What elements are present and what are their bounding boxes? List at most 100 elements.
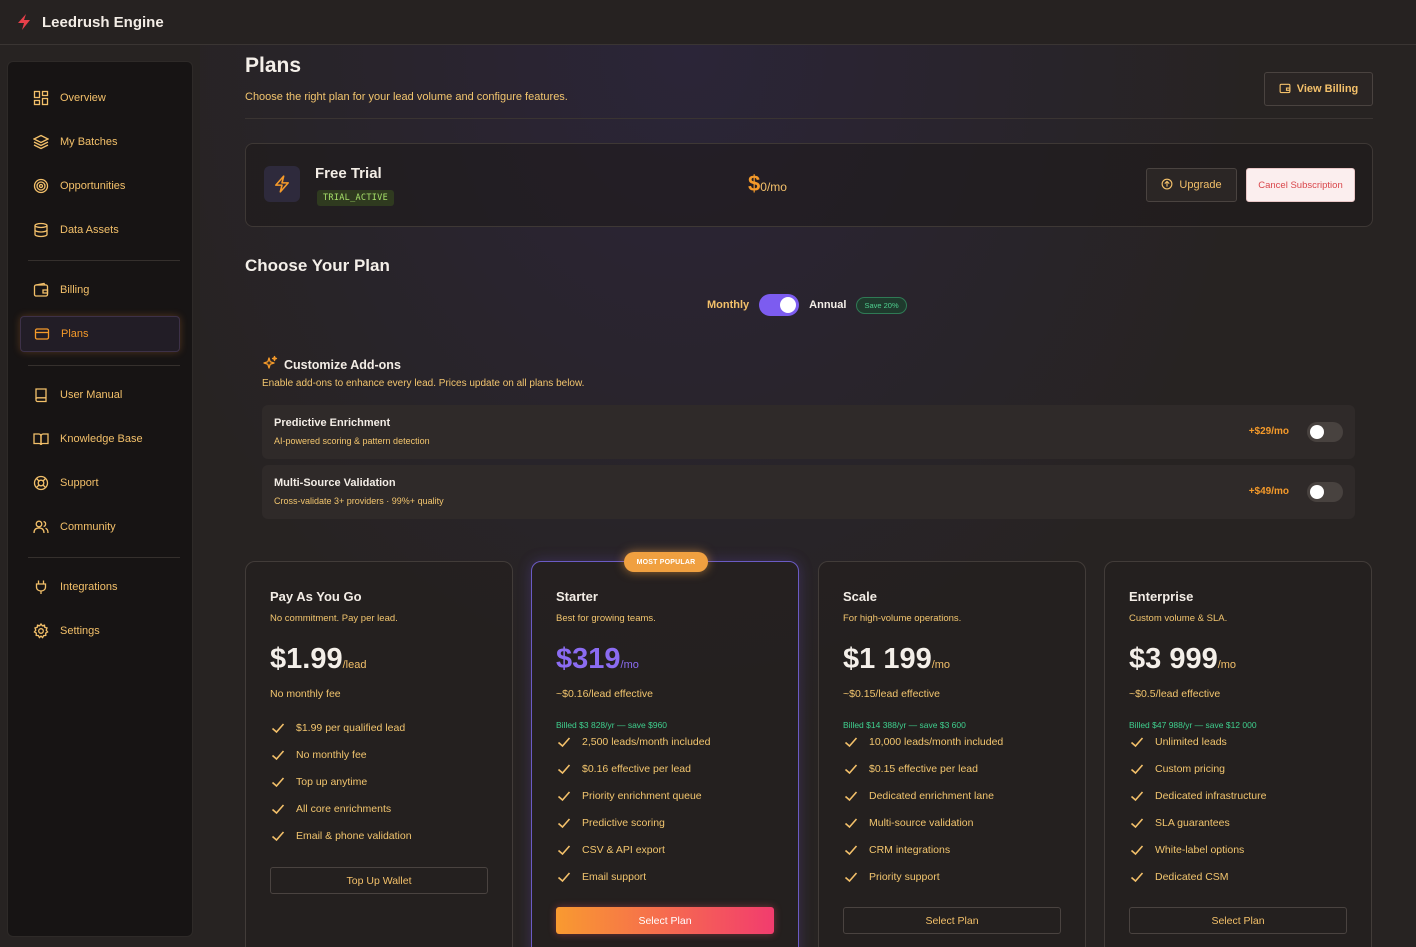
top-up-wallet-button[interactable]: Top Up Wallet [270, 867, 488, 894]
feature-text: SLA guarantees [1155, 816, 1230, 829]
feature-item: Multi-source validation [843, 809, 1003, 836]
select-plan-button[interactable]: Select Plan [556, 907, 774, 934]
sidebar-item-integrations[interactable]: Integrations [20, 569, 180, 605]
sidebar-item-knowledge-base[interactable]: Knowledge Base [20, 421, 180, 457]
feature-item: SLA guarantees [1129, 809, 1266, 836]
plan-price-unit: /mo [931, 659, 951, 671]
feature-text: $1.99 per qualified lead [296, 721, 406, 734]
check-icon [556, 815, 572, 831]
feature-item: $1.99 per qualified lead [270, 714, 412, 741]
save-badge: Save 20% [856, 296, 907, 314]
sidebar-item-support[interactable]: Support [20, 465, 180, 501]
plan-card-scale: Scale For high-volume operations. $1 199… [818, 561, 1086, 947]
addon-name: Predictive Enrichment [274, 417, 391, 429]
addon-row: Predictive Enrichment AI-powered scoring… [262, 405, 1355, 459]
plan-card-pay-as-you-go: Pay As You Go No commitment. Pay per lea… [245, 561, 513, 947]
feature-text: Dedicated enrichment lane [869, 789, 994, 802]
cancel-subscription-button[interactable]: Cancel Subscription [1246, 168, 1355, 202]
plan-effective-rate: ~$0.15/lead effective [843, 688, 941, 700]
plan-price: $1 199/mo [843, 643, 950, 676]
sidebar-item-label: Overview [60, 92, 106, 104]
sidebar-item-community[interactable]: Community [20, 509, 180, 545]
check-icon [556, 869, 572, 885]
sidebar-item-label: User Manual [60, 389, 123, 401]
billing-period-toggle: Monthly Annual Save 20% [707, 294, 907, 316]
check-icon [843, 788, 859, 804]
sidebar-item-opportunities[interactable]: Opportunities [20, 168, 180, 204]
feature-text: Dedicated infrastructure [1155, 789, 1267, 802]
annual-label[interactable]: Annual [809, 299, 846, 311]
database-icon [32, 221, 50, 239]
feature-item: 10,000 leads/month included [843, 728, 1003, 755]
book-icon [32, 386, 50, 404]
feature-item: $0.15 effective per lead [843, 755, 1003, 782]
price-period: /mo [766, 180, 787, 194]
billing-period-switch[interactable] [759, 294, 800, 316]
current-plan-card: Free Trial TRIAL_ACTIVE $0/mo Upgrade Ca… [245, 143, 1373, 227]
check-icon [556, 788, 572, 804]
plan-price-value: $1 199 [843, 643, 932, 675]
feature-list: $1.99 per qualified lead No monthly fee … [270, 714, 412, 849]
choose-plan-title: Choose Your Plan [245, 256, 390, 275]
feature-text: Multi-source validation [869, 816, 974, 829]
feature-text: No monthly fee [296, 748, 367, 761]
sidebar-item-billing[interactable]: Billing [20, 272, 180, 308]
upgrade-button[interactable]: Upgrade [1146, 168, 1237, 202]
select-plan-button[interactable]: Select Plan [843, 907, 1061, 934]
view-billing-button[interactable]: View Billing [1264, 72, 1373, 106]
sidebar-item-settings[interactable]: Settings [20, 613, 180, 649]
feature-text: Top up anytime [296, 775, 368, 788]
check-icon [270, 720, 286, 736]
feature-text: 10,000 leads/month included [869, 735, 1004, 748]
addon-toggle[interactable] [1307, 482, 1343, 502]
plan-card-starter: MOST POPULAR Starter Best for growing te… [531, 552, 799, 947]
sidebar-item-label: My Batches [60, 136, 118, 148]
check-icon [843, 734, 859, 750]
addon-price: +$49/mo [1248, 486, 1289, 497]
users-icon [32, 518, 50, 536]
price-value: 0 [760, 180, 767, 194]
feature-item: White-label options [1129, 836, 1266, 863]
feature-list: 2,500 leads/month included $0.16 effecti… [556, 728, 710, 890]
top-bar: Leedrush Engine [0, 0, 1416, 45]
select-plan-button[interactable]: Select Plan [1129, 907, 1347, 934]
sidebar-item-plans[interactable]: Plans [20, 316, 180, 352]
wallet-icon [1279, 82, 1291, 97]
check-icon [843, 815, 859, 831]
sidebar-item-overview[interactable]: Overview [20, 80, 180, 116]
plan-price-value: $319 [556, 643, 621, 675]
feature-text: CSV & API export [582, 843, 665, 856]
feature-item: All core enrichments [270, 795, 412, 822]
check-icon [270, 801, 286, 817]
monthly-label[interactable]: Monthly [707, 299, 749, 311]
main-content: Plans Choose the right plan for your lea… [200, 45, 1416, 947]
addon-toggle[interactable] [1307, 422, 1343, 442]
check-icon [1129, 761, 1145, 777]
page-title: Plans [245, 54, 302, 77]
plan-description: For high-volume operations. [843, 613, 962, 624]
check-icon [1129, 788, 1145, 804]
sidebar-item-label: Integrations [60, 581, 118, 593]
sparkles-icon [262, 355, 278, 374]
sidebar-item-data-assets[interactable]: Data Assets [20, 212, 180, 248]
sidebar-item-user-manual[interactable]: User Manual [20, 377, 180, 413]
sidebar-item-my-batches[interactable]: My Batches [20, 124, 180, 160]
feature-item: Dedicated infrastructure [1129, 782, 1266, 809]
check-icon [1129, 869, 1145, 885]
feature-item: CRM integrations [843, 836, 1003, 863]
layers-icon [32, 133, 50, 151]
page-subtitle: Choose the right plan for your lead volu… [245, 91, 568, 103]
sidebar: Overview My Batches Opportunities Data A… [7, 61, 193, 937]
plan-effective-rate: ~$0.16/lead effective [556, 688, 654, 700]
bolt-logo-icon [16, 13, 34, 31]
feature-item: Predictive scoring [556, 809, 710, 836]
feature-list: 10,000 leads/month included $0.15 effect… [843, 728, 1003, 890]
plan-name: Pay As You Go [270, 589, 362, 604]
sidebar-item-label: Billing [60, 284, 90, 296]
plan-description: Custom volume & SLA. [1129, 613, 1228, 624]
check-icon [270, 774, 286, 790]
sidebar-item-label: Data Assets [60, 224, 119, 236]
plan-price-value: $1.99 [270, 643, 343, 675]
check-icon [270, 828, 286, 844]
current-plan-price: $0/mo [748, 171, 787, 197]
